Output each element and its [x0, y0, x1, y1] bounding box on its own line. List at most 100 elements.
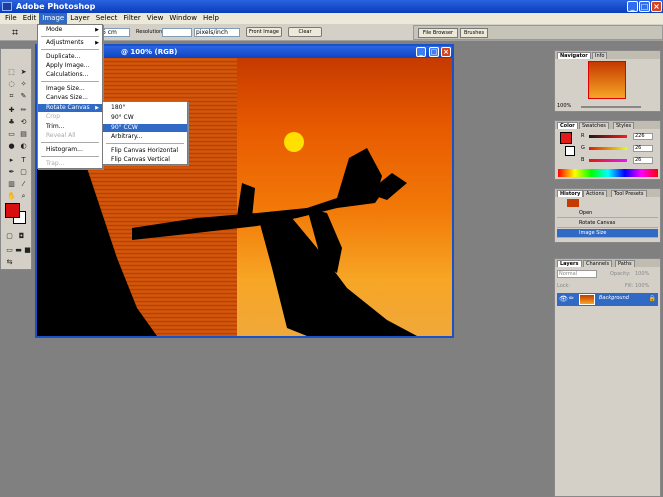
menu-item-calculations[interactable]: Calculations... — [38, 71, 102, 79]
notes-tool-icon[interactable]: ▥ — [6, 179, 17, 189]
maximize-button[interactable]: □ — [639, 1, 650, 12]
menu-window[interactable]: Window — [166, 13, 200, 24]
dodge-tool-icon[interactable]: ◐ — [18, 141, 29, 151]
resolution-unit-select[interactable]: pixels/inch — [194, 28, 240, 37]
move-tool-icon[interactable]: ➤ — [18, 67, 29, 77]
rotate-arbitrary[interactable]: Arbitrary... — [103, 133, 187, 141]
brushes-tab[interactable]: Brushes — [460, 28, 488, 38]
menu-select[interactable]: Select — [93, 13, 121, 24]
slice-tool-icon[interactable]: ✎ — [18, 91, 29, 101]
color-foreground-swatch[interactable] — [560, 132, 572, 144]
foreground-color-swatch[interactable] — [5, 203, 20, 218]
lasso-tool-icon[interactable]: ◌ — [6, 79, 17, 89]
menu-item-duplicate[interactable]: Duplicate... — [38, 53, 102, 61]
eraser-tool-icon[interactable]: ▭ — [6, 129, 17, 139]
history-snapshot-thumb[interactable] — [567, 199, 579, 207]
gradient-tool-icon[interactable]: ▤ — [18, 129, 29, 139]
magic-wand-tool-icon[interactable]: ✧ — [18, 79, 29, 89]
screen-mode-full-black-icon[interactable]: ■ — [22, 245, 33, 255]
navigator-thumbnail[interactable] — [588, 61, 626, 99]
tab-info[interactable]: Info — [592, 52, 608, 59]
blend-mode-select[interactable]: Normal — [557, 270, 597, 278]
doc-minimize-button[interactable]: _ — [416, 47, 426, 57]
quick-mask-icon[interactable]: ◘ — [16, 231, 27, 241]
menu-item-crop[interactable]: Crop — [38, 113, 102, 121]
clone-stamp-tool-icon[interactable]: ♣ — [6, 117, 17, 127]
file-browser-tab[interactable]: File Browser — [418, 28, 458, 38]
layer-name[interactable]: Background — [599, 295, 629, 301]
fill-value[interactable]: 100% — [635, 283, 649, 289]
navigator-zoom-slider[interactable] — [581, 106, 641, 108]
standard-mode-icon[interactable]: ▢ — [4, 231, 15, 241]
layer-row-background[interactable]: 👁 ✏ Background 🔒 — [557, 293, 658, 306]
hand-tool-icon[interactable]: ✋ — [6, 191, 17, 201]
menu-item-reveal-all[interactable]: Reveal All — [38, 132, 102, 140]
zoom-tool-icon[interactable]: ⌕ — [18, 191, 29, 201]
channel-g-value[interactable]: 26 — [633, 145, 653, 152]
type-tool-icon[interactable]: T — [18, 155, 29, 165]
flip-canvas-vertical[interactable]: Flip Canvas Vertical — [103, 156, 187, 164]
minimize-button[interactable]: _ — [627, 1, 638, 12]
menu-item-canvas-size[interactable]: Canvas Size... — [38, 94, 102, 102]
menu-layer[interactable]: Layer — [67, 13, 93, 24]
tab-layers[interactable]: Layers — [557, 260, 582, 267]
menu-edit[interactable]: Edit — [20, 13, 40, 24]
jump-to-imageready-icon[interactable]: ⇆ — [4, 257, 15, 267]
menu-item-histogram[interactable]: Histogram... — [38, 146, 102, 154]
menu-image[interactable]: Image — [39, 13, 68, 24]
menu-item-trap[interactable]: Trap... — [38, 160, 102, 168]
tab-styles[interactable]: Styles — [613, 122, 635, 129]
tab-tool-presets[interactable]: Tool Presets — [611, 190, 647, 197]
crop-tool-icon[interactable]: ⌗ — [12, 26, 18, 40]
pen-tool-icon[interactable]: ✒ — [6, 167, 17, 177]
shape-tool-icon[interactable]: ▢ — [18, 167, 29, 177]
close-button[interactable]: × — [651, 1, 662, 12]
menu-filter[interactable]: Filter — [120, 13, 143, 24]
menu-help[interactable]: Help — [200, 13, 222, 24]
history-brush-tool-icon[interactable]: ⟲ — [18, 117, 29, 127]
menu-item-image-size[interactable]: Image Size... — [38, 85, 102, 93]
opacity-value[interactable]: 100% — [635, 271, 649, 277]
history-item-image-size[interactable]: Image Size — [557, 229, 658, 238]
color-background-swatch[interactable] — [565, 146, 575, 156]
menu-file[interactable]: File — [2, 13, 20, 24]
rotate-90-ccw[interactable]: 90° CCW — [103, 124, 187, 132]
tab-swatches[interactable]: Swatches — [579, 122, 609, 129]
front-image-button[interactable]: Front Image — [246, 27, 282, 37]
history-item-rotate-canvas[interactable]: Rotate Canvas — [557, 219, 658, 228]
blur-tool-icon[interactable]: ● — [6, 141, 17, 151]
tab-navigator[interactable]: Navigator — [557, 52, 591, 59]
menu-item-rotate-canvas[interactable]: Rotate Canvas ▶ — [38, 104, 102, 112]
channel-g-slider[interactable] — [589, 147, 627, 150]
color-ramp[interactable] — [558, 169, 658, 177]
menu-item-adjustments[interactable]: Adjustments ▶ — [38, 39, 102, 47]
menu-item-apply-image[interactable]: Apply Image... — [38, 62, 102, 70]
history-item-open[interactable]: Open — [557, 209, 658, 218]
marquee-tool-icon[interactable]: ⬚ — [6, 67, 17, 77]
menu-item-mode[interactable]: Mode ▶ — [38, 26, 102, 34]
tab-channels[interactable]: Channels — [583, 260, 613, 267]
healing-brush-tool-icon[interactable]: ✚ — [6, 105, 17, 115]
resolution-field[interactable] — [162, 28, 192, 37]
clear-button[interactable]: Clear — [288, 27, 322, 37]
tab-color[interactable]: Color — [557, 122, 578, 129]
eye-icon[interactable]: 👁 — [559, 295, 568, 303]
tab-history[interactable]: History — [557, 190, 584, 197]
navigator-zoom[interactable]: 100% — [557, 103, 571, 109]
tab-actions[interactable]: Actions — [583, 190, 608, 197]
rotate-180[interactable]: 180° — [103, 104, 187, 112]
tab-paths[interactable]: Paths — [615, 260, 635, 267]
flip-canvas-horizontal[interactable]: Flip Canvas Horizontal — [103, 147, 187, 155]
doc-maximize-button[interactable]: □ — [429, 47, 439, 57]
channel-r-value[interactable]: 226 — [633, 133, 653, 140]
path-selection-tool-icon[interactable]: ▸ — [6, 155, 17, 165]
channel-r-slider[interactable] — [589, 135, 627, 138]
doc-close-button[interactable]: × — [441, 47, 451, 57]
channel-b-value[interactable]: 26 — [633, 157, 653, 164]
brush-tool-icon[interactable]: ✏ — [18, 105, 29, 115]
menu-item-trim[interactable]: Trim... — [38, 123, 102, 131]
height-field[interactable]: 6 cm — [100, 28, 130, 37]
channel-b-slider[interactable] — [589, 159, 627, 162]
menu-view[interactable]: View — [144, 13, 167, 24]
rotate-90-cw[interactable]: 90° CW — [103, 114, 187, 122]
